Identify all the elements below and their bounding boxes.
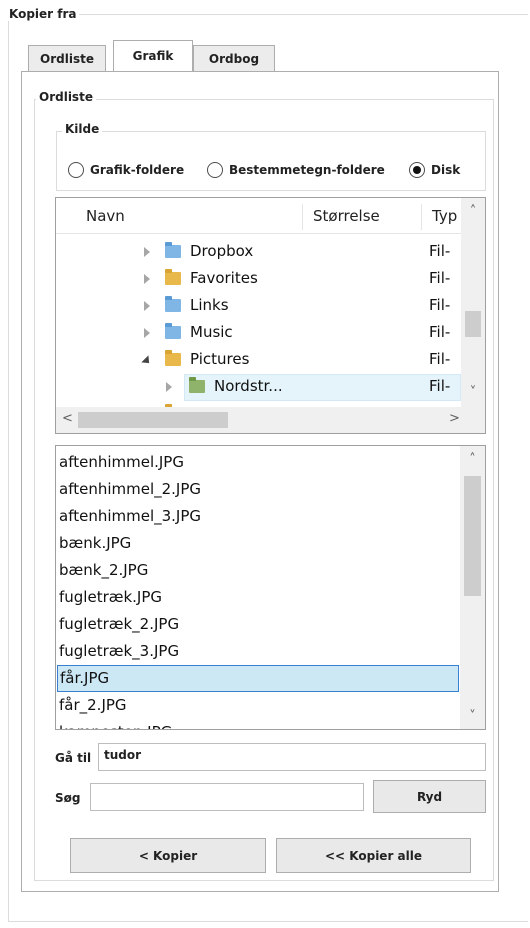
tree-row-type: Fil- xyxy=(429,242,451,260)
column-header-type[interactable]: Typ xyxy=(432,207,457,225)
copy-from-title: Kopier fra xyxy=(7,7,79,21)
music-folder-icon xyxy=(165,323,181,339)
tree-row-name: Nordstr... xyxy=(214,377,283,395)
tree-row[interactable]: Favorites Fil- xyxy=(56,266,461,293)
horizontal-scroll-thumb[interactable] xyxy=(78,412,228,428)
dropbox-folder-icon xyxy=(165,242,181,258)
scroll-left-arrow-icon[interactable]: < xyxy=(62,411,73,426)
radio-disk[interactable]: Disk xyxy=(409,162,460,178)
list-item[interactable]: aftenhimmel_2.JPG xyxy=(56,476,460,503)
expand-arrow-icon[interactable] xyxy=(144,328,150,338)
expand-arrow-icon[interactable] xyxy=(144,247,150,257)
radio-button-checked[interactable] xyxy=(409,162,425,178)
scroll-up-arrow-icon[interactable]: ˄ xyxy=(460,452,485,468)
column-header-name[interactable]: Navn xyxy=(86,207,125,225)
pictures-folder-icon xyxy=(165,350,181,366)
tree-horizontal-scrollbar[interactable]: < > xyxy=(56,407,485,433)
list-item-selected[interactable]: får.JPG xyxy=(57,665,459,692)
radio-label: Disk xyxy=(431,163,461,177)
goto-input[interactable]: tudor xyxy=(98,743,486,771)
tree-row-name: Dropbox xyxy=(190,242,254,260)
tree-row[interactable]: Dropbox Fil- xyxy=(56,239,461,266)
expand-arrow-icon[interactable] xyxy=(144,274,150,284)
list-item[interactable]: fugletræk.JPG xyxy=(56,584,460,611)
list-item[interactable]: bænk.JPG xyxy=(56,530,460,557)
scroll-thumb[interactable] xyxy=(465,311,481,337)
collapse-arrow-icon[interactable] xyxy=(141,355,153,367)
tree-row-type: Fil- xyxy=(429,350,451,368)
tree-vertical-scrollbar[interactable]: ˄ ˅ xyxy=(461,198,485,407)
list-item[interactable]: kampesten.JPG xyxy=(56,719,460,729)
goto-label: Gå til xyxy=(55,751,92,765)
source-group-title: Kilde xyxy=(62,122,103,136)
radio-graphic-folders[interactable]: Grafik-foldere xyxy=(68,162,184,178)
tab-ordliste[interactable]: Ordliste xyxy=(28,45,106,71)
folder-tree[interactable]: Navn Størrelse Typ Dropbox Fil- Favorite… xyxy=(55,197,486,434)
list-item[interactable]: fugletræk_2.JPG xyxy=(56,611,460,638)
radio-button[interactable] xyxy=(68,162,84,178)
tree-row[interactable]: Links Fil- xyxy=(56,293,461,320)
expand-arrow-icon[interactable] xyxy=(144,301,150,311)
file-list[interactable]: aftenhimmel.JPG aftenhimmel_2.JPG aftenh… xyxy=(55,445,486,730)
tree-row-selected[interactable]: Nordstr... Fil- xyxy=(56,374,461,401)
radio-label: Grafik-foldere xyxy=(90,163,185,177)
tree-row-type: Fil- xyxy=(429,296,451,314)
tree-row-name: Music xyxy=(190,323,233,341)
scroll-down-arrow-icon[interactable]: ˅ xyxy=(461,385,485,401)
tree-row-type: Fil- xyxy=(429,269,451,287)
tree-row-type: Fil- xyxy=(429,377,451,395)
file-list-scrollbar[interactable]: ˄ ˅ xyxy=(460,446,485,729)
tree-row[interactable]: Music Fil- xyxy=(56,320,461,347)
tree-row-name: Pictures xyxy=(190,350,250,368)
radio-character-folders[interactable]: Bestemmetegn-foldere xyxy=(207,162,385,178)
tab-grafik[interactable]: Grafik xyxy=(113,40,193,71)
radio-button[interactable] xyxy=(207,162,223,178)
tree-row-type: Fil- xyxy=(429,323,451,341)
tree-row[interactable]: Pictures Fil- xyxy=(56,347,461,374)
list-item[interactable]: fugletræk_3.JPG xyxy=(56,638,460,665)
scroll-right-arrow-icon[interactable]: > xyxy=(449,411,460,426)
tab-ordbog[interactable]: Ordbog xyxy=(193,45,275,71)
source-group xyxy=(56,131,486,191)
scroll-up-arrow-icon[interactable]: ˄ xyxy=(461,204,485,220)
copy-all-button[interactable]: << Kopier alle xyxy=(276,838,471,873)
scroll-thumb[interactable] xyxy=(464,476,481,596)
folder-icon xyxy=(189,377,205,393)
list-item[interactable]: får_2.JPG xyxy=(56,692,460,719)
tree-row-name: Links xyxy=(190,296,229,314)
ordliste-group-title: Ordliste xyxy=(36,90,96,104)
tree-header: Navn Størrelse Typ xyxy=(56,198,461,234)
search-label: Søg xyxy=(55,791,81,805)
copy-button[interactable]: < Kopier xyxy=(70,838,266,873)
list-item[interactable]: bænk_2.JPG xyxy=(56,557,460,584)
tree-row-name: Favorites xyxy=(190,269,258,287)
clear-button[interactable]: Ryd xyxy=(373,780,486,813)
list-item[interactable]: aftenhimmel_3.JPG xyxy=(56,503,460,530)
favorites-folder-icon xyxy=(165,269,181,285)
list-item[interactable]: aftenhimmel.JPG xyxy=(56,449,460,476)
links-folder-icon xyxy=(165,296,181,312)
expand-arrow-icon[interactable] xyxy=(166,382,172,392)
scroll-down-arrow-icon[interactable]: ˅ xyxy=(460,709,485,725)
column-header-size[interactable]: Størrelse xyxy=(313,207,380,225)
search-input[interactable] xyxy=(90,783,364,811)
radio-label: Bestemmetegn-foldere xyxy=(229,163,385,177)
